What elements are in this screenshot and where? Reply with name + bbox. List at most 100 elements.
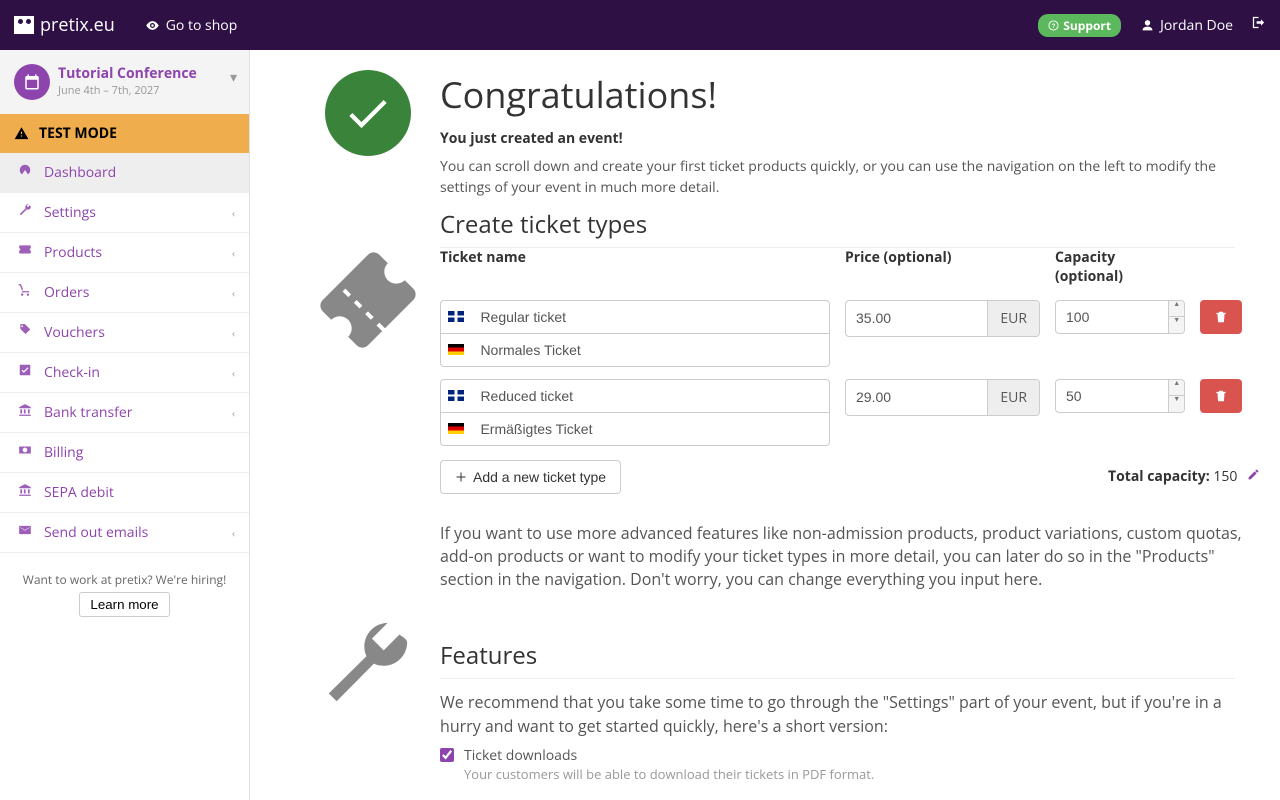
- logout-icon: [1251, 15, 1266, 30]
- ticket-row: [440, 379, 830, 446]
- support-label: Support: [1063, 17, 1111, 34]
- sidebar-item-products[interactable]: Products ‹: [0, 233, 249, 272]
- ticket-name-en-input[interactable]: [470, 380, 829, 412]
- ticket-name-de-input[interactable]: [470, 413, 829, 445]
- total-capacity: Total capacity: 150: [1108, 467, 1260, 486]
- ticket-downloads-label: Ticket downloads: [464, 746, 874, 765]
- pencil-icon: [1247, 468, 1260, 481]
- sidebar-item-label: Products: [44, 243, 102, 262]
- sidebar-item-settings[interactable]: Settings ‹: [0, 193, 249, 232]
- brand-link[interactable]: pretix.eu: [14, 13, 115, 37]
- col-header-name: Ticket name: [440, 242, 830, 300]
- go-to-shop-label: Go to shop: [166, 16, 238, 35]
- sidebar-item-vouchers[interactable]: Vouchers ‹: [0, 313, 249, 352]
- features-intro: We recommend that you take some time to …: [440, 691, 1235, 737]
- topbar: pretix.eu Go to shop ? Support Jordan Do…: [0, 0, 1280, 50]
- sidebar-item-label: Check-in: [44, 363, 100, 382]
- sidebar-item-label: Bank transfer: [44, 403, 132, 422]
- dashboard-icon: [14, 163, 36, 182]
- bank-icon: [14, 483, 36, 502]
- bank-icon: [14, 403, 36, 422]
- user-icon: [1141, 19, 1154, 32]
- chevron-left-icon: ‹: [232, 206, 235, 220]
- sidebar-item-label: Dashboard: [44, 163, 116, 182]
- currency-label: EUR: [987, 301, 1039, 336]
- go-to-shop-link[interactable]: Go to shop: [145, 16, 238, 35]
- col-header-price: Price (optional): [845, 242, 1040, 300]
- ticket-name-de-input[interactable]: [470, 334, 829, 366]
- test-mode-banner: TEST MODE: [0, 114, 249, 153]
- brand-logo-icon: [14, 16, 34, 34]
- chevron-left-icon: ‹: [232, 366, 235, 380]
- main-content: Congratulations! You just created an eve…: [250, 50, 1280, 800]
- sidebar-item-label: Settings: [44, 203, 96, 222]
- user-name: Jordan Doe: [1160, 16, 1233, 35]
- plus-icon: [455, 471, 467, 483]
- ticket-capacity-input[interactable]: [1056, 380, 1168, 412]
- calendar-icon: [14, 64, 50, 100]
- number-stepper[interactable]: ▲▼: [1168, 301, 1184, 333]
- svg-text:?: ?: [1052, 22, 1056, 29]
- ticket-capacity-input[interactable]: [1056, 301, 1168, 333]
- eye-icon: [145, 18, 160, 33]
- ticket-icon: [14, 243, 36, 262]
- sidebar-item-dashboard[interactable]: Dashboard: [0, 153, 249, 192]
- ticket-name-en-input[interactable]: [470, 301, 829, 333]
- sidebar: Tutorial Conference June 4th – 7th, 2027…: [0, 50, 250, 800]
- sidebar-item-billing[interactable]: Billing: [0, 433, 249, 472]
- logout-button[interactable]: [1251, 15, 1266, 35]
- chevron-left-icon: ‹: [232, 246, 235, 260]
- edit-total-capacity-button[interactable]: [1247, 467, 1260, 486]
- brand-text: pretix.eu: [40, 13, 115, 37]
- flag-en-icon: [441, 301, 470, 333]
- warning-icon: [14, 126, 29, 141]
- ticket-price-input[interactable]: [846, 380, 987, 415]
- sidebar-item-label: Vouchers: [44, 323, 105, 342]
- flag-en-icon: [441, 380, 470, 412]
- ticket-downloads-hint: Your customers will be able to download …: [464, 765, 874, 783]
- congrats-body: You can scroll down and create your firs…: [440, 157, 1235, 198]
- learn-more-button[interactable]: Learn more: [79, 592, 169, 617]
- sidebar-item-label: Send out emails: [44, 523, 148, 542]
- create-tickets-heading: Create ticket types: [440, 208, 1235, 241]
- flag-de-icon: [441, 334, 470, 366]
- wrench-large-icon: [321, 619, 415, 713]
- sidebar-item-checkin[interactable]: Check-in ‹: [0, 353, 249, 392]
- support-badge[interactable]: ? Support: [1038, 14, 1121, 37]
- sidebar-item-orders[interactable]: Orders ‹: [0, 273, 249, 312]
- sidebar-item-label: Orders: [44, 283, 89, 302]
- currency-label: EUR: [987, 380, 1039, 415]
- ticket-price-input[interactable]: [846, 301, 987, 336]
- total-capacity-value: 150: [1213, 467, 1237, 486]
- chevron-left-icon: ‹: [232, 526, 235, 540]
- chevron-down-icon: ▾: [230, 68, 237, 87]
- event-dates: June 4th – 7th, 2027: [58, 83, 197, 98]
- delete-row-button[interactable]: [1200, 300, 1242, 334]
- sidebar-item-emails[interactable]: Send out emails ‹: [0, 513, 249, 552]
- add-ticket-type-button[interactable]: Add a new ticket type: [440, 460, 621, 494]
- envelope-icon: [14, 523, 36, 542]
- delete-row-button[interactable]: [1200, 379, 1242, 413]
- trash-icon: [1214, 310, 1228, 324]
- chevron-left-icon: ‹: [232, 326, 235, 340]
- cart-icon: [14, 283, 36, 302]
- ticket-downloads-checkbox[interactable]: [440, 748, 454, 762]
- add-ticket-type-label: Add a new ticket type: [473, 469, 606, 485]
- check-square-icon: [14, 363, 36, 382]
- congrats-title: Congratulations!: [440, 70, 1235, 119]
- sidebar-item-bank-transfer[interactable]: Bank transfer‹: [0, 393, 249, 432]
- question-circle-icon: ?: [1048, 20, 1059, 31]
- chevron-left-icon: ‹: [232, 286, 235, 300]
- wrench-icon: [14, 203, 36, 222]
- col-header-capacity: Capacity (optional): [1055, 242, 1185, 300]
- ticket-large-icon: [300, 232, 436, 368]
- ticket-row: [440, 300, 830, 367]
- sidebar-item-sepa[interactable]: SEPA debit: [0, 473, 249, 512]
- congrats-subtitle: You just created an event!: [440, 129, 1235, 149]
- trash-icon: [1214, 389, 1228, 403]
- event-switcher[interactable]: Tutorial Conference June 4th – 7th, 2027…: [0, 50, 249, 114]
- features-heading: Features: [440, 639, 1235, 672]
- number-stepper[interactable]: ▲▼: [1168, 380, 1184, 412]
- test-mode-label: TEST MODE: [39, 124, 117, 143]
- user-menu[interactable]: Jordan Doe: [1141, 16, 1233, 35]
